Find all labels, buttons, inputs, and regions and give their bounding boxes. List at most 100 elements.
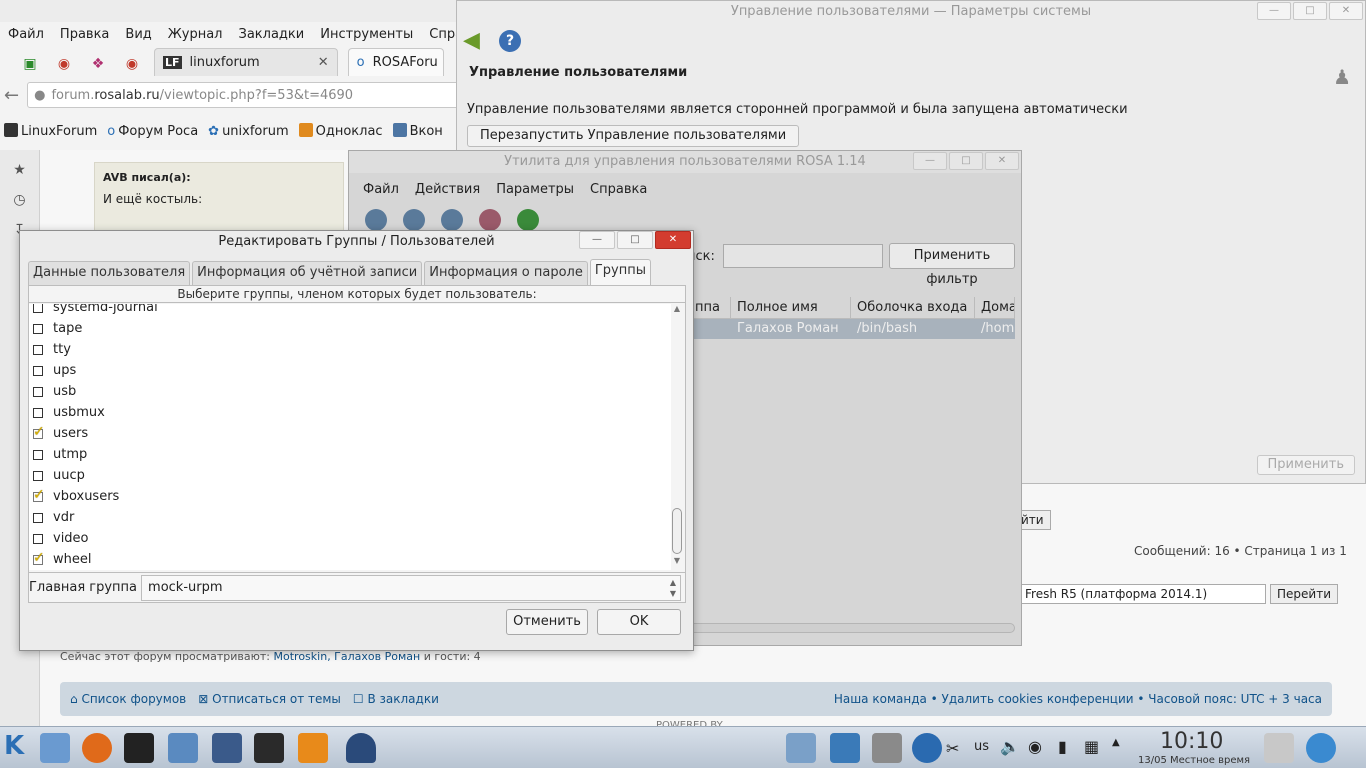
table-row[interactable]: Галахов Роман /bin/bash /hom bbox=[689, 319, 1015, 339]
star-icon[interactable]: ★ bbox=[11, 162, 29, 180]
group-checkbox[interactable] bbox=[33, 304, 43, 313]
group-checkbox[interactable] bbox=[33, 533, 43, 544]
bookmark-odnoklassniki[interactable]: Одноклас bbox=[298, 123, 383, 139]
group-item-users[interactable]: users bbox=[29, 423, 671, 444]
menu-file[interactable]: Файл bbox=[8, 27, 44, 42]
bookmark-unixforum[interactable]: ✿ unixforum bbox=[208, 124, 288, 139]
group-item-vdr[interactable]: vdr bbox=[29, 507, 671, 528]
bookmark-vkontakte[interactable]: Вкон bbox=[392, 123, 443, 139]
edit-user-icon[interactable] bbox=[441, 209, 463, 231]
tab-user-data[interactable]: Данные пользователя bbox=[28, 261, 191, 285]
help-icon[interactable]: ? bbox=[499, 30, 521, 52]
forum-jump-select[interactable]: Fresh R5 (платформа 2014.1) bbox=[1020, 584, 1266, 604]
close-button[interactable]: ✕ bbox=[1329, 2, 1363, 20]
group-checkbox[interactable] bbox=[33, 487, 45, 503]
menu-help[interactable]: Справка bbox=[590, 182, 647, 197]
horizontal-scrollbar[interactable] bbox=[689, 623, 1015, 633]
minimize-button[interactable]: — bbox=[913, 152, 947, 170]
menu-tools[interactable]: Инструменты bbox=[320, 27, 413, 42]
screenshot-icon[interactable] bbox=[786, 733, 816, 763]
column-header[interactable]: ппа bbox=[689, 297, 731, 318]
rosa-drop-icon[interactable] bbox=[1306, 733, 1336, 763]
group-checkbox[interactable] bbox=[33, 550, 45, 566]
url-input[interactable]: ● forum.rosalab.ru/viewtopic.php?f=53&t=… bbox=[27, 82, 464, 108]
vertical-scrollbar[interactable]: ▲ ▼ bbox=[670, 304, 684, 570]
group-item-tty[interactable]: tty bbox=[29, 339, 671, 360]
maximize-button[interactable]: □ bbox=[949, 152, 983, 170]
filter-input[interactable] bbox=[723, 244, 883, 268]
column-header[interactable]: Дома bbox=[975, 297, 1015, 318]
system-monitor-icon[interactable] bbox=[168, 733, 198, 763]
group-item-usb[interactable]: usb bbox=[29, 381, 671, 402]
menu-actions[interactable]: Действия bbox=[415, 182, 480, 197]
scissors-icon[interactable]: ✂ bbox=[946, 739, 959, 758]
maximize-button[interactable]: □ bbox=[1293, 2, 1327, 20]
spinner-arrows-icon[interactable]: ▲ ▼ bbox=[670, 577, 676, 599]
tab-rosaforum[interactable]: o ROSAForu bbox=[347, 48, 444, 76]
go-button[interactable]: Перейти bbox=[1270, 584, 1338, 604]
apply-filter-button[interactable]: Применить фильтр bbox=[889, 243, 1015, 287]
vlc-icon[interactable] bbox=[298, 733, 328, 763]
back-icon[interactable]: ← bbox=[4, 85, 19, 106]
minimize-button[interactable]: — bbox=[1257, 2, 1291, 20]
maximize-button[interactable]: □ bbox=[617, 231, 653, 249]
menu-edit[interactable]: Правка bbox=[60, 27, 109, 42]
column-header[interactable]: Оболочка входа bbox=[851, 297, 975, 318]
menu-file[interactable]: Файл bbox=[363, 182, 399, 197]
group-checkbox[interactable] bbox=[33, 424, 45, 440]
add-group-icon[interactable] bbox=[403, 209, 425, 231]
history-clock-icon[interactable]: ◷ bbox=[11, 192, 29, 210]
group-item-wheel[interactable]: wheel bbox=[29, 549, 671, 570]
close-button[interactable]: ✕ bbox=[655, 231, 691, 249]
network-icon[interactable] bbox=[212, 733, 242, 763]
tab-account-info[interactable]: Информация об учётной записи bbox=[192, 261, 423, 285]
kde-menu-icon[interactable]: K bbox=[4, 731, 24, 761]
group-checkbox[interactable] bbox=[33, 365, 43, 376]
scroll-down-icon[interactable]: ▼ bbox=[670, 556, 684, 568]
bookmark-linuxforum[interactable]: LinuxForum bbox=[4, 123, 97, 139]
menu-view[interactable]: Вид bbox=[125, 27, 151, 42]
group-checkbox[interactable] bbox=[33, 407, 43, 418]
settings-icon[interactable] bbox=[872, 733, 902, 763]
menu-history[interactable]: Журнал bbox=[168, 27, 223, 42]
tab-password-info[interactable]: Информация о пароле bbox=[424, 261, 588, 285]
pinned-tab-3[interactable]: ❖ bbox=[86, 52, 110, 76]
group-item-vboxusers[interactable]: vboxusers bbox=[29, 486, 671, 507]
delete-user-icon[interactable] bbox=[479, 209, 501, 231]
footer-bookmark-link[interactable]: ☐ В закладки bbox=[353, 692, 439, 706]
network-tray-icon[interactable]: ◉ bbox=[1028, 737, 1042, 756]
tab-linuxforum[interactable]: LF linuxforum ✕ bbox=[154, 48, 338, 76]
group-checkbox[interactable] bbox=[33, 323, 43, 334]
group-item-tape[interactable]: tape bbox=[29, 318, 671, 339]
group-checkbox[interactable] bbox=[33, 386, 43, 397]
file-manager-icon[interactable] bbox=[40, 733, 70, 763]
pinned-tab-4[interactable]: ◉ bbox=[120, 52, 144, 76]
group-checkbox[interactable] bbox=[33, 512, 43, 523]
terminal-icon[interactable] bbox=[124, 733, 154, 763]
ok-button[interactable]: OK bbox=[597, 609, 681, 635]
bookmark-rosa-forum[interactable]: o Форум Роса bbox=[107, 124, 198, 139]
column-header[interactable]: Полное имя bbox=[731, 297, 851, 318]
firefox-icon[interactable] bbox=[82, 733, 112, 763]
refresh-icon[interactable] bbox=[517, 209, 539, 231]
pinned-tab-2[interactable]: ◉ bbox=[52, 52, 76, 76]
group-item-systemd-journal[interactable]: systemd-journal bbox=[29, 304, 671, 318]
battery-icon[interactable]: ▮ bbox=[1058, 737, 1067, 756]
back-arrow-icon[interactable]: ◀ bbox=[463, 30, 487, 52]
cancel-button[interactable]: Отменить bbox=[506, 609, 588, 635]
footer-forums-link[interactable]: ⌂ Список форумов bbox=[70, 692, 186, 706]
minimize-button[interactable]: — bbox=[579, 231, 615, 249]
group-checkbox[interactable] bbox=[33, 344, 43, 355]
group-checkbox[interactable] bbox=[33, 449, 43, 460]
apply-button[interactable]: Применить bbox=[1256, 455, 1355, 475]
signal-icon[interactable]: ▦ bbox=[1084, 737, 1099, 756]
windows-icon[interactable] bbox=[830, 733, 860, 763]
user-manager-icon[interactable] bbox=[346, 733, 376, 763]
tab-groups[interactable]: Группы bbox=[589, 259, 651, 285]
group-item-video[interactable]: video bbox=[29, 528, 671, 549]
tray-expand-icon[interactable]: ▲ bbox=[1112, 737, 1120, 748]
trash-icon[interactable] bbox=[1264, 733, 1294, 763]
group-item-usbmux[interactable]: usbmux bbox=[29, 402, 671, 423]
footer-right-links[interactable]: Наша команда • Удалить cookies конференц… bbox=[834, 692, 1322, 706]
close-tab-icon[interactable]: ✕ bbox=[318, 55, 329, 70]
